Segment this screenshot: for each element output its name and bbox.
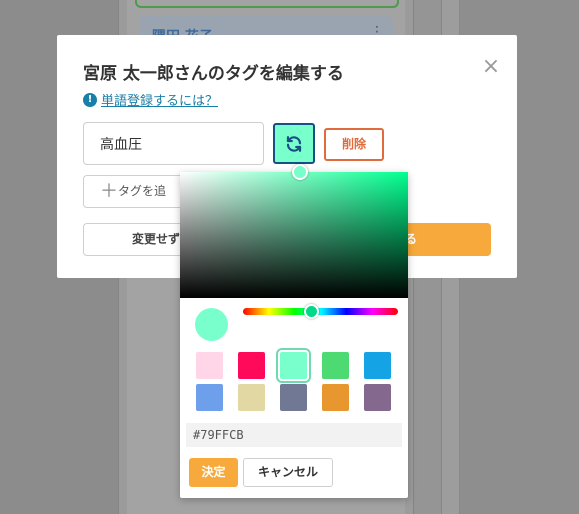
color-preview	[195, 308, 228, 341]
delete-button[interactable]: 削除	[324, 128, 384, 161]
color-swatch[interactable]	[196, 384, 223, 411]
dialog-title: 宮原 太一郎さんのタグを編集する	[83, 64, 344, 84]
hue-slider[interactable]	[243, 308, 398, 315]
saturation-value-area[interactable]	[180, 172, 408, 298]
color-swatch[interactable]	[196, 352, 223, 379]
color-swatch[interactable]	[322, 352, 349, 379]
background-card-selected	[135, 0, 399, 8]
plus-icon: ＋	[100, 181, 118, 202]
color-swatch[interactable]	[364, 384, 391, 411]
add-tag-label: タグを追	[118, 184, 167, 198]
color-picker-button[interactable]	[273, 123, 315, 164]
color-swatch[interactable]	[238, 384, 265, 411]
saturation-value-handle[interactable]	[292, 164, 308, 180]
exclamation-circle-icon: !	[83, 92, 97, 107]
cancel-changes-button[interactable]: 変更せず	[83, 223, 193, 256]
color-swatch[interactable]	[322, 384, 349, 411]
hex-input[interactable]	[186, 423, 402, 447]
help-row: ! 単語登録するには？	[83, 90, 218, 109]
color-swatch[interactable]	[238, 352, 265, 379]
tag-name-input[interactable]	[83, 122, 264, 165]
color-swatch[interactable]	[280, 384, 307, 411]
color-swatch[interactable]	[276, 348, 311, 383]
help-link[interactable]: 単語登録するには？	[101, 90, 218, 109]
add-tag-button[interactable]: ＋ タグを追	[83, 175, 193, 208]
color-swatch[interactable]	[364, 352, 391, 379]
color-picker-popover: 決定 キャンセル	[180, 164, 408, 498]
picker-cancel-button[interactable]: キャンセル	[243, 458, 333, 487]
refresh-icon	[286, 135, 302, 152]
close-icon[interactable]: ×	[481, 56, 501, 78]
confirm-button[interactable]: 決定	[189, 458, 238, 487]
hue-slider-handle[interactable]	[304, 304, 319, 319]
